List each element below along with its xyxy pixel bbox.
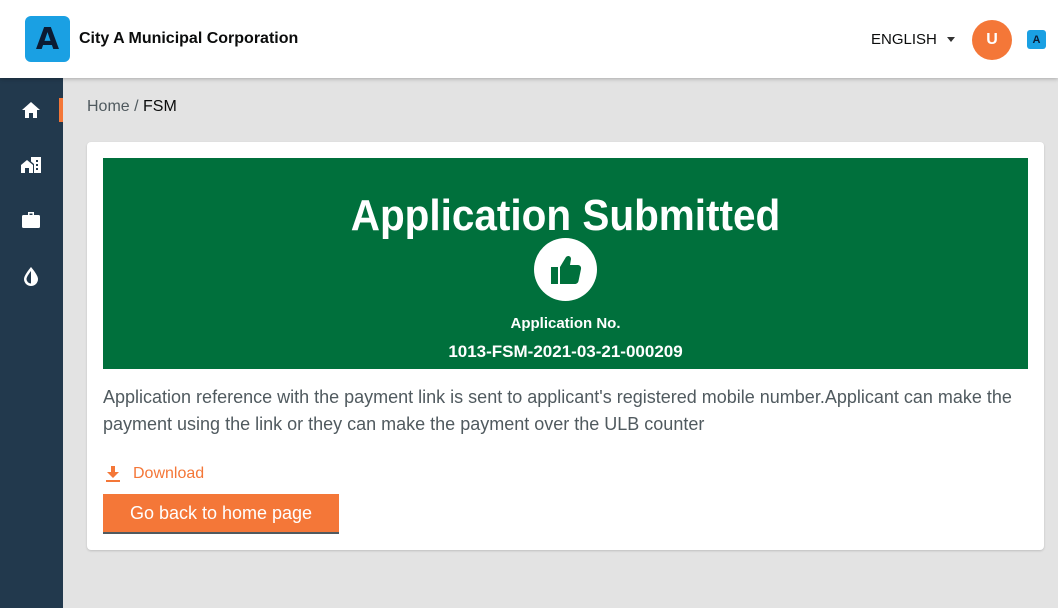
breadcrumb-home[interactable]: Home — [87, 98, 130, 115]
breadcrumb-separator: / — [129, 98, 144, 115]
banner-title: Application Submitted — [350, 191, 781, 240]
city-logo[interactable]: A — [25, 16, 70, 62]
user-avatar[interactable]: U — [972, 20, 1012, 60]
application-number: 1013-FSM-2021-03-21-000209 — [448, 342, 683, 361]
corporation-name: City A Municipal Corporation — [79, 30, 299, 47]
briefcase-icon[interactable] — [18, 207, 44, 233]
thumbs-up-icon — [534, 238, 597, 301]
download-icon — [106, 466, 120, 482]
home-icon[interactable] — [18, 97, 44, 123]
info-message: Application reference with the payment l… — [103, 387, 1012, 434]
state-logo: A — [1027, 30, 1046, 49]
download-label: Download — [133, 465, 205, 482]
top-header: A City A Municipal Corporation ENGLISH U… — [0, 0, 1058, 78]
application-number-label: Application No. — [510, 315, 621, 332]
breadcrumb: Home / FSM — [87, 98, 177, 116]
language-selector[interactable]: ENGLISH — [871, 31, 955, 48]
result-card: Application Submitted Application No. 10… — [87, 142, 1044, 550]
language-label: ENGLISH — [871, 31, 937, 48]
download-link[interactable]: Download — [106, 465, 204, 483]
success-banner: Application Submitted Application No. 10… — [103, 158, 1028, 369]
water-drop-icon[interactable] — [18, 263, 44, 289]
sidebar — [0, 78, 63, 608]
breadcrumb-current: FSM — [143, 98, 177, 115]
city-buildings-icon[interactable] — [18, 152, 44, 178]
active-indicator — [59, 98, 63, 122]
go-home-button[interactable]: Go back to home page — [103, 494, 339, 534]
caret-down-icon — [946, 37, 955, 42]
